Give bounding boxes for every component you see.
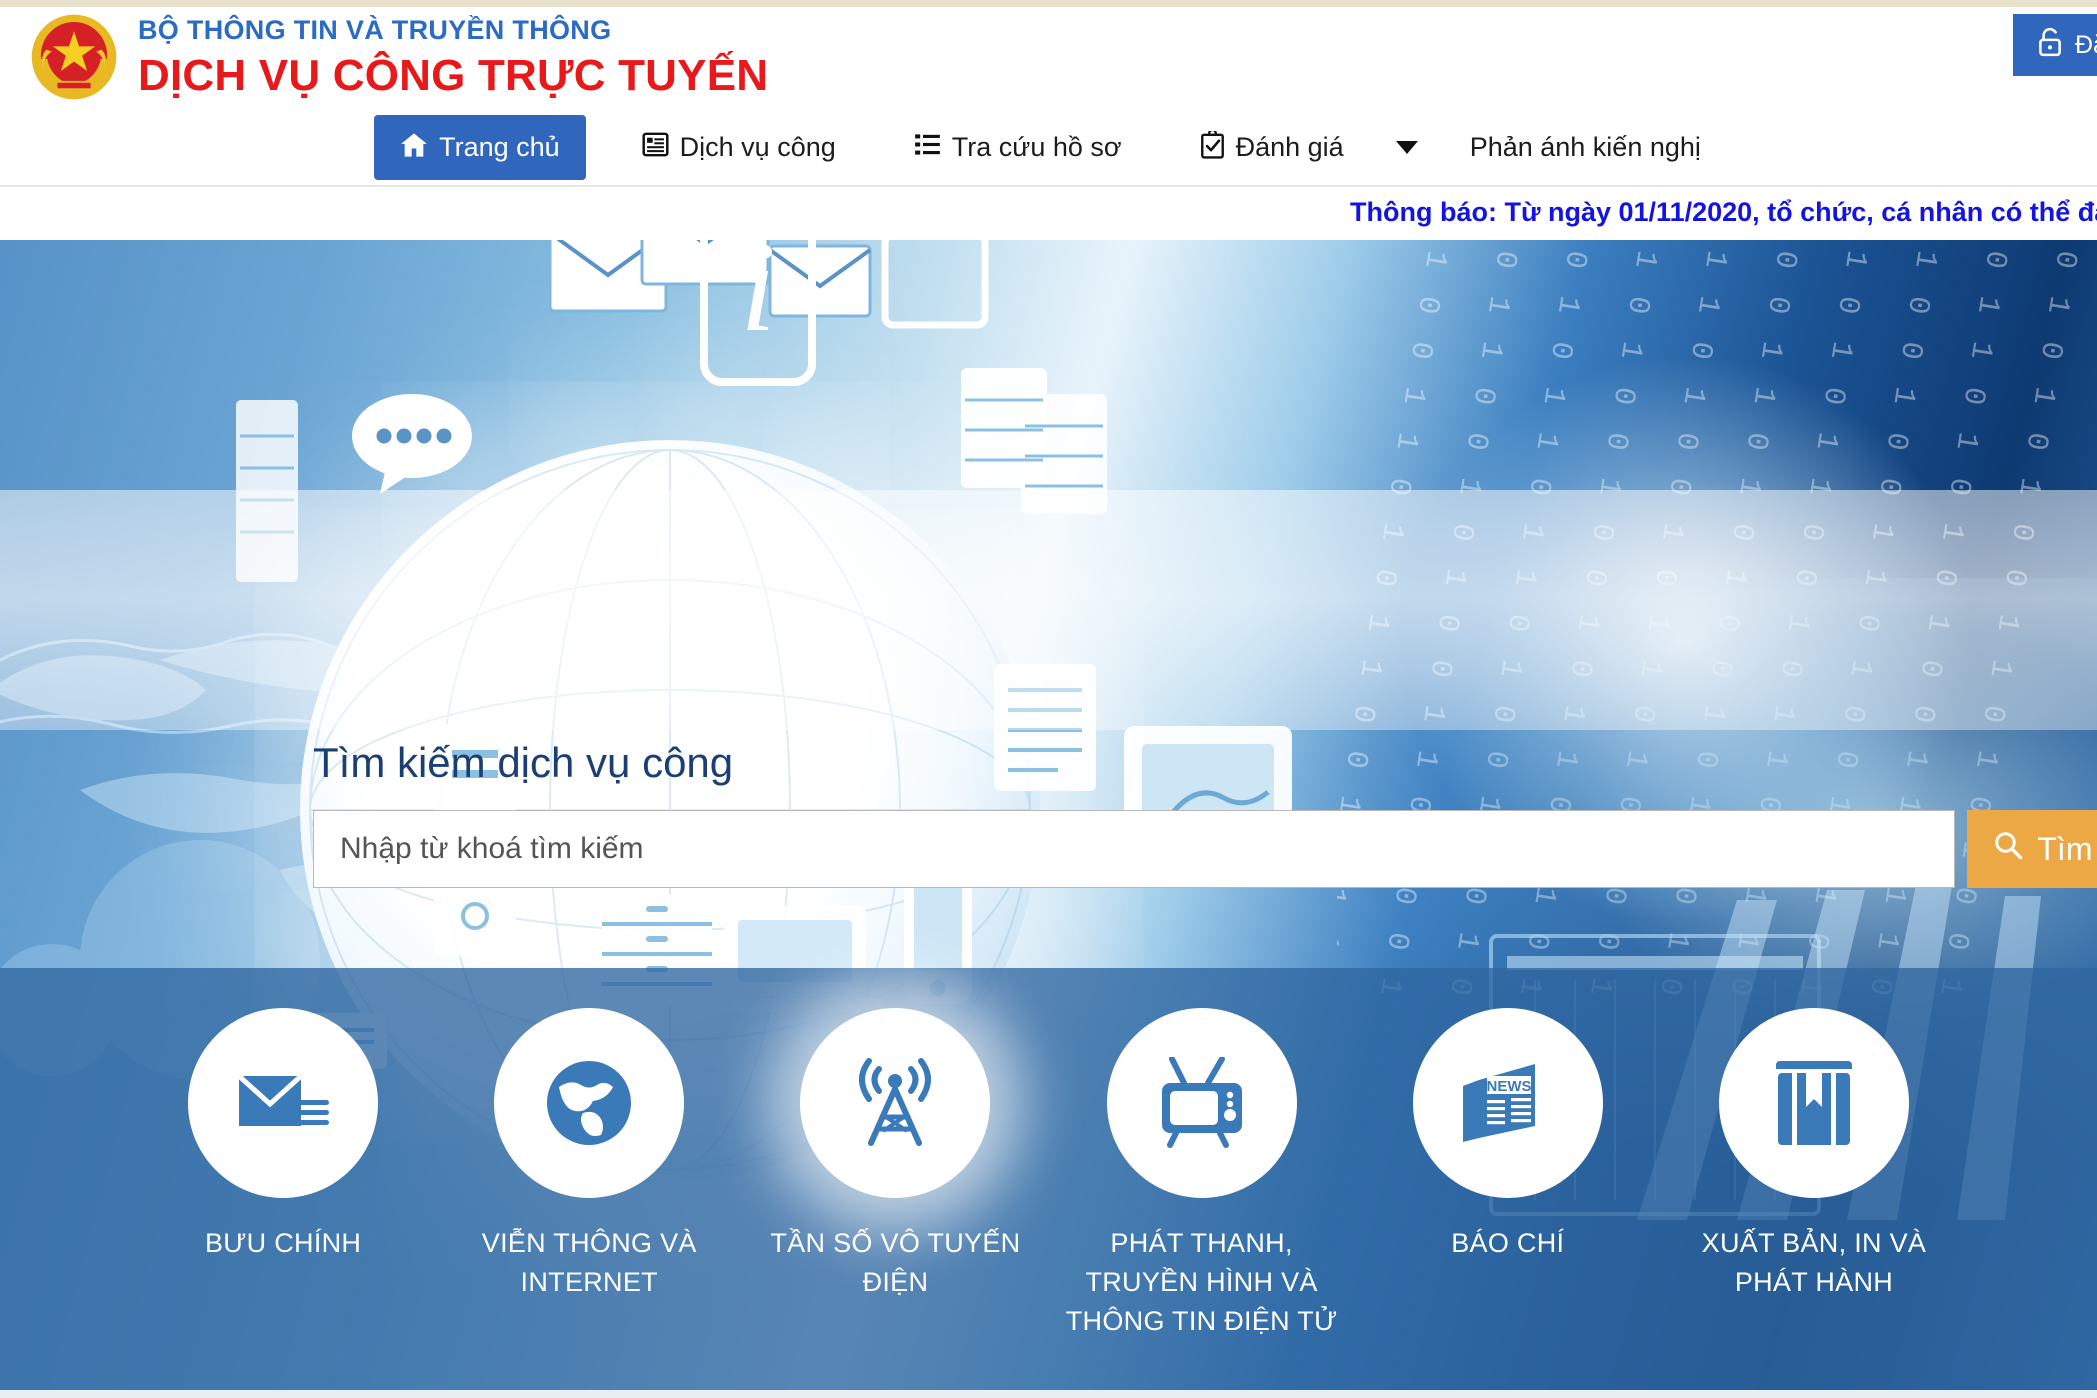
category-label: BƯU CHÍNH [204, 1228, 362, 1258]
radio-tower-icon [849, 1057, 941, 1149]
category-label: VIỄN THÔNG VÀ INTERNET [481, 1228, 697, 1298]
nav-item-trang-chu[interactable]: Trang chủ [374, 114, 586, 180]
category-bao-chi[interactable]: NEWS BÁO CHÍ [1355, 1008, 1661, 1263]
category-label: TẦN SỐ VÔ TUYẾN ĐIỆN [770, 1228, 1021, 1298]
envelope-mail-icon [235, 1064, 331, 1142]
category-label: PHÁT THANH, TRUYỀN HÌNH VÀ THÔNG TIN ĐIỆ… [1065, 1228, 1338, 1337]
nav-spacer-1 [586, 147, 620, 148]
search-button[interactable]: Tìm kiếm [1967, 810, 2097, 889]
lock-icon [2037, 27, 2063, 64]
hero-banner: 0 1 0 0 1 1 0 1 0 1 1 0 0 1 0 1 1 0 1 0 … [0, 240, 2097, 1398]
nav-label-phan-anh-kien-nghi: Phản ánh kiến nghị [1469, 131, 1701, 162]
nav-item-dich-vu-cong[interactable]: Dịch vụ công [620, 118, 858, 176]
site-header: BỘ THÔNG TIN VÀ TRUYỀN THÔNG DỊCH VỤ CÔN… [0, 7, 2097, 187]
nav-label-dich-vu-cong: Dịch vụ công [679, 131, 836, 162]
search-button-label: Tìm kiếm [2037, 830, 2097, 867]
search-heading: Tìm kiếm dịch vụ công [313, 739, 734, 786]
newspaper-icon: NEWS [1459, 1062, 1557, 1144]
category-xuat-ban-in-phat-hanh[interactable]: XUẤT BẢN, IN VÀ PHÁT HÀNH [1661, 1008, 1967, 1302]
login-button[interactable]: Đăng nhập [2013, 14, 2097, 76]
category-tan-so-vo-tuyen-dien[interactable]: TẦN SỐ VÔ TUYẾN ĐIỆN [742, 1008, 1048, 1302]
main-navigation: Trang chủ Dịch vụ công Tra cứu hồ sơ Đán… [0, 107, 2097, 187]
list-document-icon [642, 131, 669, 163]
nav-label-danh-gia: Đánh giá [1235, 131, 1344, 162]
category-label: XUẤT BẢN, IN VÀ PHÁT HÀNH [1701, 1228, 1927, 1298]
page-title: DỊCH VỤ CÔNG TRỰC TUYẾN [138, 51, 769, 101]
page-root: BỘ THÔNG TIN VÀ TRUYỀN THÔNG DỊCH VỤ CÔN… [0, 0, 2097, 1398]
info-tablet-graphic: i [700, 240, 816, 386]
top-accent-strip [0, 0, 2097, 7]
category-circle [800, 1008, 991, 1198]
svg-text:NEWS: NEWS [1486, 1078, 1531, 1095]
category-circle [494, 1008, 685, 1198]
category-circle [1718, 1008, 1909, 1198]
home-icon [400, 132, 428, 163]
category-circle [188, 1008, 379, 1198]
search-band [0, 490, 2097, 730]
search-section: Tìm kiếm dịch vụ công Tìm kiếm [313, 739, 2097, 889]
chevron-down-icon[interactable] [1395, 140, 1418, 154]
category-circle [1106, 1008, 1297, 1198]
category-buu-chinh[interactable]: BƯU CHÍNH [130, 1008, 436, 1263]
announcement-bar: Thông báo: Từ ngày 01/11/2020, tổ chức, … [0, 189, 2097, 240]
svg-text:i: i [740, 240, 776, 358]
nav-item-tra-cuu-ho-so[interactable]: Tra cứu hồ sơ [892, 119, 1144, 175]
list-icon [914, 132, 941, 162]
chat-bubble-graphic [350, 390, 475, 495]
clipboard-check-icon [1200, 128, 1225, 164]
television-icon [1154, 1057, 1250, 1149]
category-phat-thanh-truyen-hinh[interactable]: PHÁT THANH, TRUYỀN HÌNH VÀ THÔNG TIN ĐIỆ… [1049, 1008, 1355, 1341]
ministry-name: BỘ THÔNG TIN VÀ TRUYỀN THÔNG [138, 15, 612, 45]
nav-label-tra-cuu-ho-so: Tra cứu hồ sơ [951, 131, 1122, 162]
nav-item-danh-gia[interactable]: Đánh giá [1178, 118, 1366, 177]
search-icon [1993, 830, 2023, 868]
category-list: BƯU CHÍNH VIỄN THÔNG VÀ INTERNET TẦN SỐ … [0, 968, 2097, 1398]
globe-icon [543, 1057, 635, 1149]
category-circle: NEWS [1412, 1008, 1603, 1198]
tablet-outline-graphic [880, 240, 990, 330]
search-row: Tìm kiếm [313, 810, 2097, 889]
brand-text: BỘ THÔNG TIN VÀ TRUYỀN THÔNG DỊCH VỤ CÔN… [138, 9, 768, 103]
nav-spacer-2 [858, 147, 892, 148]
brand-block[interactable]: BỘ THÔNG TIN VÀ TRUYỀN THÔNG DỊCH VỤ CÔN… [28, 9, 768, 103]
login-label: Đăng nhập [2075, 30, 2097, 59]
nav-label-trang-chu: Trang chủ [439, 131, 560, 162]
category-vien-thong-internet[interactable]: VIỄN THÔNG VÀ INTERNET [436, 1008, 742, 1302]
bottom-edge-strip [0, 1390, 2097, 1398]
category-label: BÁO CHÍ [1451, 1228, 1565, 1258]
nav-spacer-3 [1144, 147, 1178, 148]
search-input[interactable] [313, 810, 1956, 889]
book-bookmark-icon [1772, 1055, 1856, 1151]
announcement-text[interactable]: Thông báo: Từ ngày 01/11/2020, tổ chức, … [1350, 197, 2097, 228]
nav-item-phan-anh-kien-nghi[interactable]: Phản ánh kiến nghị [1448, 121, 1723, 174]
vietnam-emblem-icon [28, 11, 120, 103]
